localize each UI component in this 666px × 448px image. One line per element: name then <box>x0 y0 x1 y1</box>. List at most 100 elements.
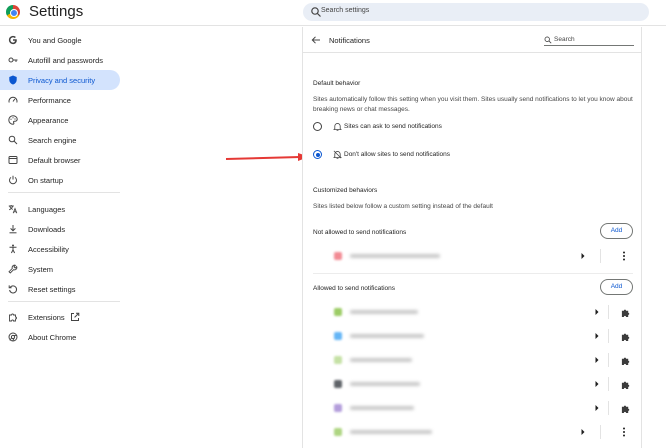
customized-heading: Customized behaviors <box>313 187 378 194</box>
sidebar-item-reset-settings[interactable]: Reset settings <box>0 279 120 299</box>
sidebar-item-downloads[interactable]: Downloads <box>0 219 120 239</box>
top-bar: Settings Search settings <box>0 0 666 26</box>
bell-off-icon <box>333 150 342 159</box>
translate-icon <box>8 205 18 214</box>
sidebar-item-label: Performance <box>28 96 71 105</box>
panel-search-placeholder: Search <box>554 36 575 43</box>
allowed-site-row[interactable] <box>303 420 641 444</box>
chevron-right-icon[interactable] <box>594 308 600 316</box>
row-separator <box>608 401 609 415</box>
allowed-site-row[interactable] <box>303 348 641 372</box>
puzzle-icon <box>9 313 17 322</box>
allowed-site-row[interactable] <box>303 396 641 420</box>
chevron-right-icon[interactable] <box>594 404 600 412</box>
google-icon <box>8 35 17 45</box>
more-vert-icon[interactable] <box>622 251 626 261</box>
add-not-allowed-button[interactable]: Add <box>600 223 633 239</box>
sidebar-item-search-engine[interactable]: Search engine <box>0 130 120 150</box>
sidebar-item-performance[interactable]: Performance <box>0 90 120 110</box>
site-favicon <box>334 332 342 340</box>
allowed-heading: Allowed to send notifications <box>313 285 396 292</box>
sidebar-item-label: Languages <box>28 205 66 214</box>
add-allowed-button[interactable]: Add <box>600 279 633 295</box>
site-favicon <box>334 252 342 260</box>
panel-header: Notifications Search <box>303 27 641 53</box>
option-label-dont-allow: Don't allow sites to send notifications <box>344 151 451 158</box>
option-label-allow-ask: Sites can ask to send notifications <box>344 123 442 130</box>
extension-puzzle-icon <box>621 333 630 341</box>
allowed-site-row[interactable] <box>303 300 641 324</box>
sidebar-item-label: System <box>28 265 54 274</box>
site-url <box>350 382 420 386</box>
section-separator <box>313 273 633 274</box>
sidebar-item-autofill[interactable]: Autofill and passwords <box>0 50 120 70</box>
sidebar-item-accessibility[interactable]: Accessibility <box>0 239 120 259</box>
extension-puzzle-icon <box>621 405 630 413</box>
customized-description: Sites listed below follow a custom setti… <box>313 203 493 210</box>
sidebar-item-label: Autofill and passwords <box>28 56 104 65</box>
extension-puzzle-icon <box>621 309 630 317</box>
sidebar-item-label: Default browser <box>28 156 81 165</box>
extension-puzzle-icon <box>621 381 630 389</box>
accessibility-icon <box>9 244 17 254</box>
sidebar-item-label: Search engine <box>28 136 77 145</box>
sidebar-item-label: On startup <box>28 176 64 185</box>
panel-search-input[interactable]: Search <box>544 35 634 46</box>
site-url <box>350 358 412 362</box>
sidebar-item-on-startup[interactable]: On startup <box>0 170 120 190</box>
settings-search-input[interactable]: Search settings <box>303 3 649 21</box>
site-url <box>350 406 414 410</box>
radio-dont-allow[interactable] <box>313 150 322 159</box>
sidebar-item-about-chrome[interactable]: About Chrome <box>0 327 120 347</box>
sidebar-item-you-and-google[interactable]: You and Google <box>0 30 120 50</box>
site-favicon <box>334 428 342 436</box>
shield-icon <box>9 75 17 85</box>
download-icon <box>9 225 17 234</box>
not-allowed-heading: Not allowed to send notifications <box>313 229 407 236</box>
chevron-right-icon[interactable] <box>580 252 586 260</box>
sidebar-item-label: Reset settings <box>28 285 76 294</box>
external-link-icon <box>71 312 80 321</box>
sidebar-item-label: About Chrome <box>28 333 77 342</box>
site-url <box>350 310 418 314</box>
sidebar-item-label: Appearance <box>28 116 69 125</box>
browser-window-icon <box>8 156 18 164</box>
palette-icon <box>8 115 18 125</box>
chevron-right-icon[interactable] <box>594 356 600 364</box>
chevron-right-icon[interactable] <box>594 380 600 388</box>
allowed-site-row[interactable] <box>303 324 641 348</box>
sidebar-item-label: Privacy and security <box>28 76 96 85</box>
reset-icon <box>8 285 18 294</box>
sidebar-item-privacy-and-security[interactable]: Privacy and security <box>0 70 120 90</box>
row-separator <box>608 329 609 343</box>
sidebar-item-label: Accessibility <box>28 245 69 254</box>
annotation-arrow-icon <box>225 153 309 161</box>
app-title: Settings <box>29 3 84 20</box>
sidebar-item-languages[interactable]: Languages <box>0 199 120 219</box>
chevron-right-icon[interactable] <box>594 332 600 340</box>
bell-icon <box>333 123 342 131</box>
row-separator <box>600 425 601 439</box>
default-behavior-heading: Default behavior <box>313 80 361 87</box>
default-behavior-description: Sites automatically follow this setting … <box>313 96 633 113</box>
power-icon <box>9 175 17 185</box>
back-arrow-icon[interactable] <box>311 35 321 45</box>
site-url <box>350 334 424 338</box>
radio-allow-ask[interactable] <box>313 122 322 131</box>
extension-puzzle-icon <box>621 357 630 365</box>
chrome-logo-icon <box>6 5 20 19</box>
site-favicon <box>334 308 342 316</box>
sidebar-item-system[interactable]: System <box>0 259 120 279</box>
sidebar-item-label: Extensions <box>28 313 65 322</box>
sidebar-item-label: You and Google <box>28 36 82 45</box>
sidebar-item-extensions[interactable]: Extensions <box>0 307 120 327</box>
chevron-right-icon[interactable] <box>580 428 586 436</box>
allowed-site-row[interactable] <box>303 372 641 396</box>
sidebar-item-default-browser[interactable]: Default browser <box>0 150 120 170</box>
notifications-panel: Notifications Search Default behavior Si… <box>302 27 642 448</box>
blocked-site-row[interactable] <box>303 244 641 268</box>
chrome-icon <box>8 332 18 342</box>
sidebar-item-appearance[interactable]: Appearance <box>0 110 120 130</box>
site-favicon <box>334 380 342 388</box>
more-vert-icon[interactable] <box>622 427 626 437</box>
